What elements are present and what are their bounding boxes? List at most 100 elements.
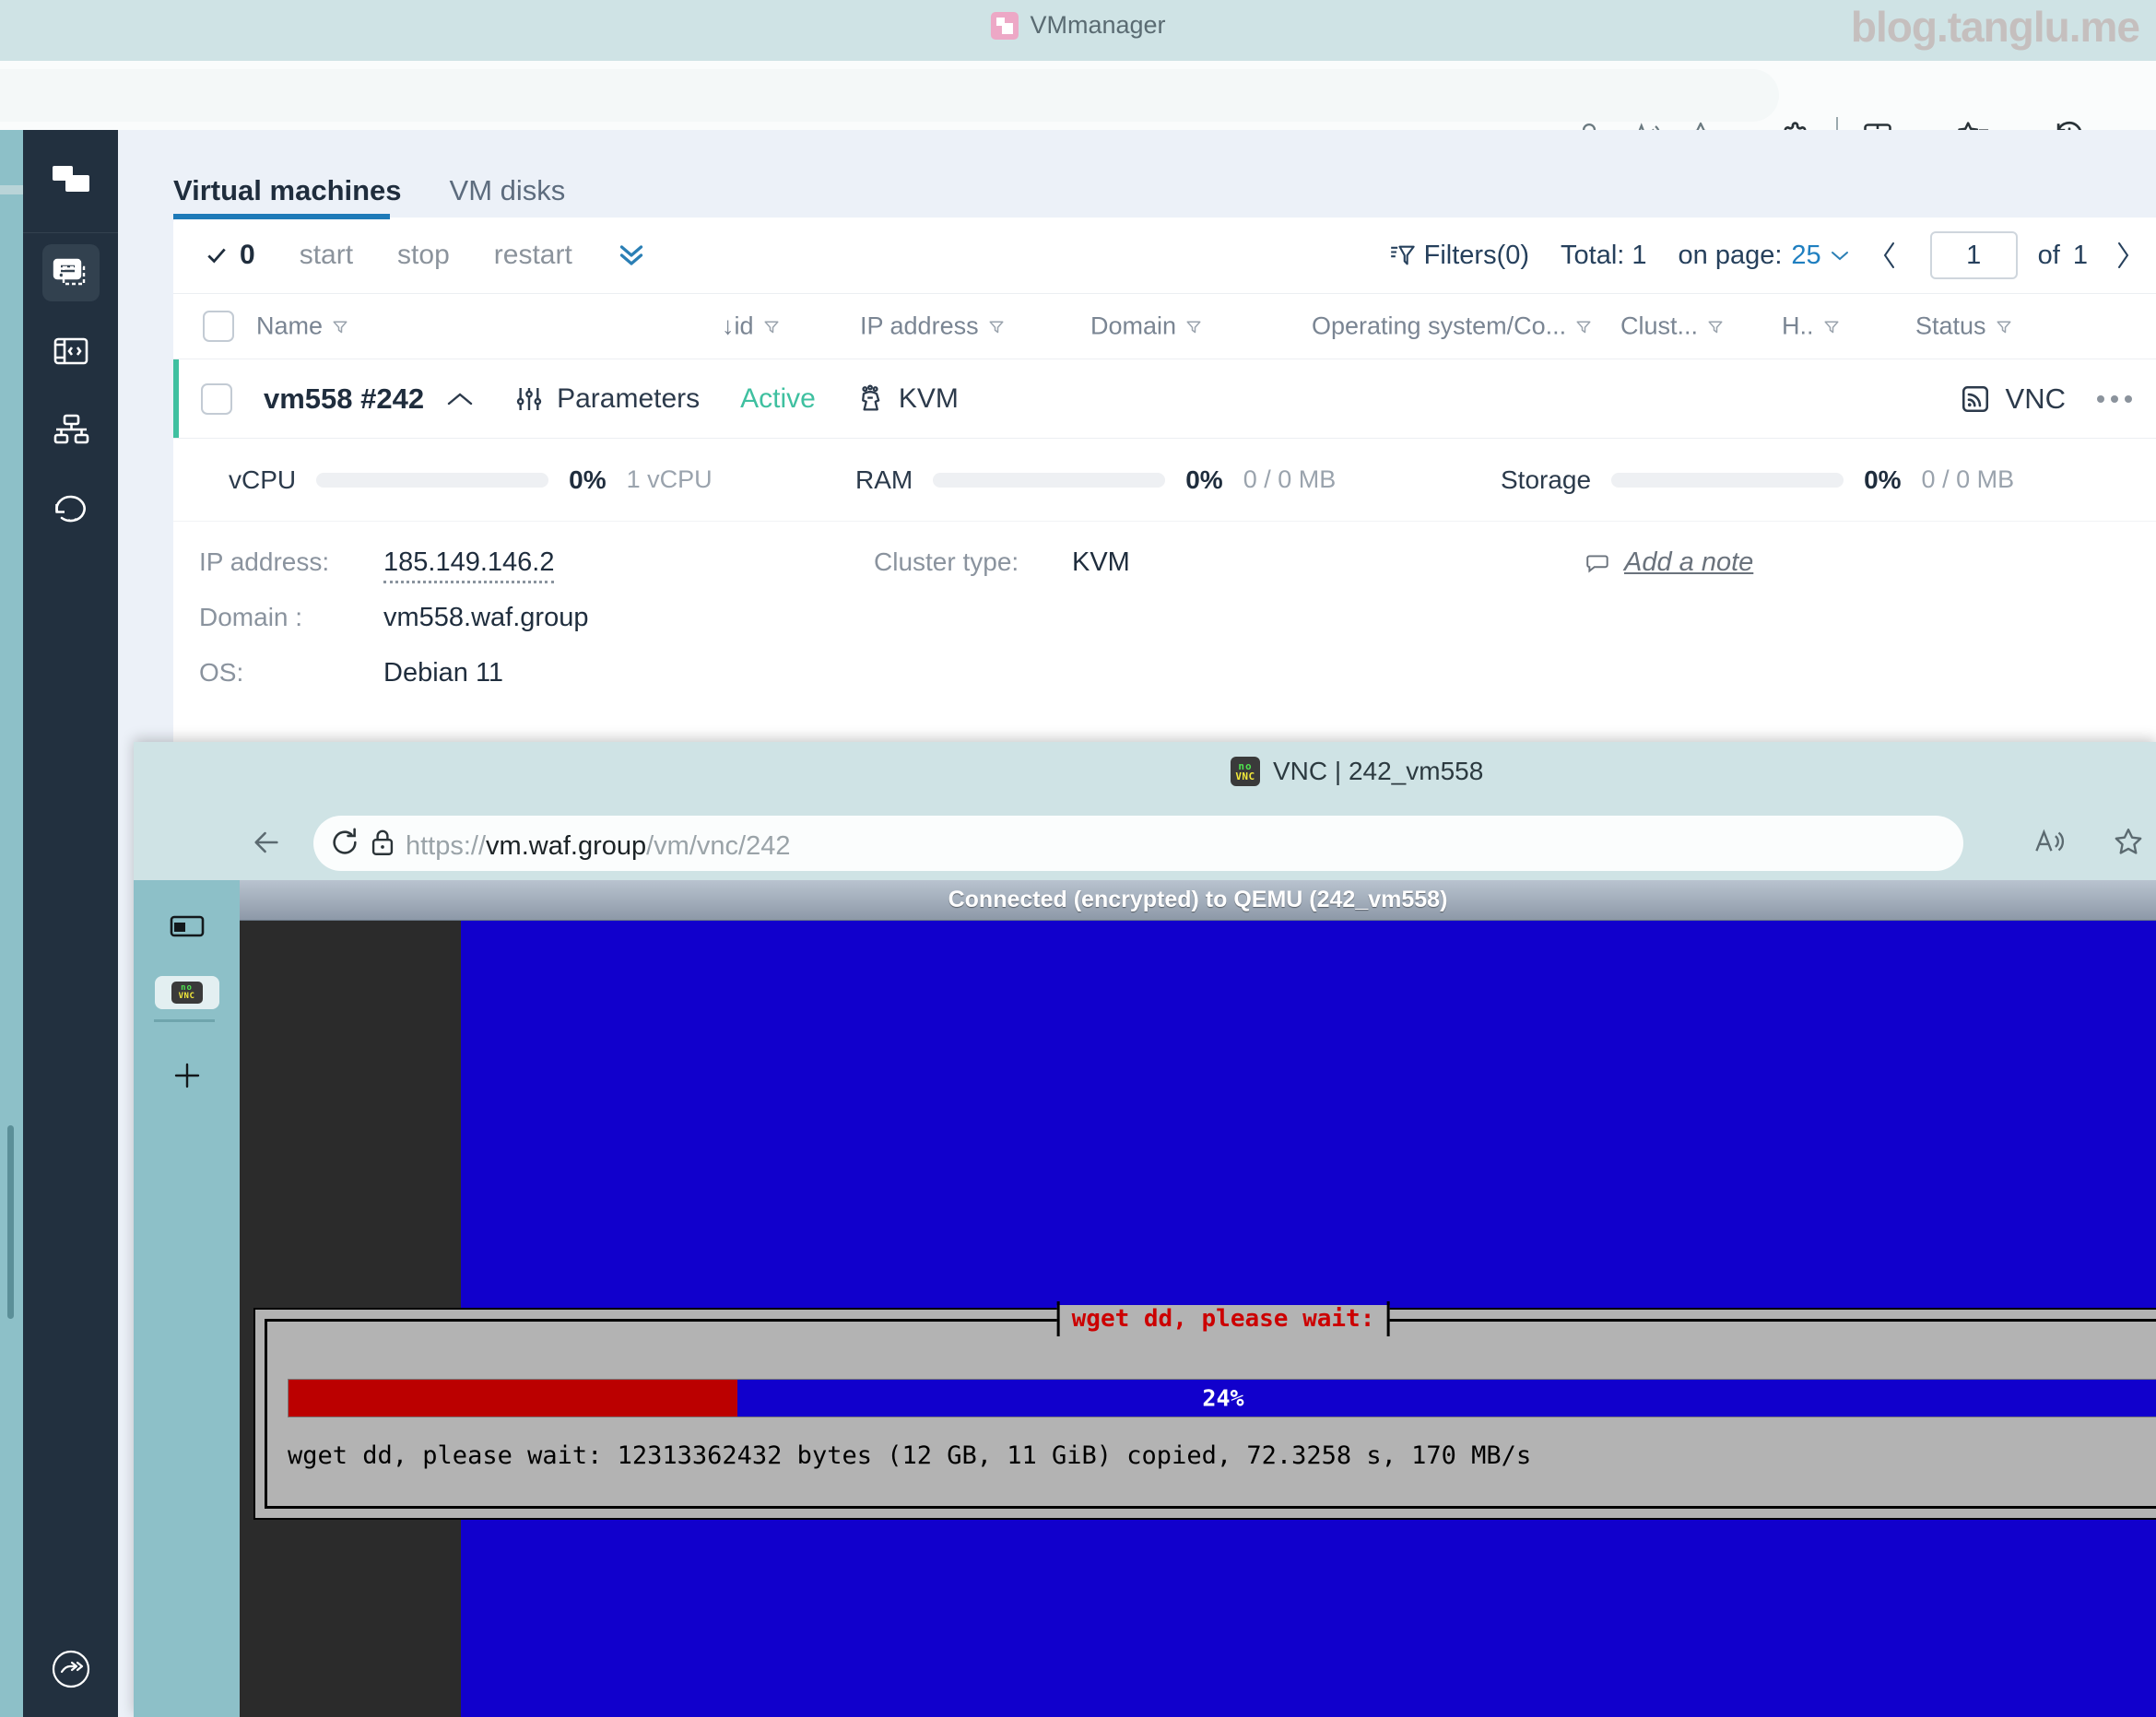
vnc-button[interactable]: VNC [1960,382,2066,416]
parameters-label: Parameters [557,382,701,414]
sliders-icon [516,387,542,410]
page-count: 1 [2072,240,2088,270]
sidebar-item-virtual-machines[interactable] [23,233,118,312]
favorite-star-icon[interactable] [2111,825,2146,858]
stat-ram: RAM 0% 0 / 0 MB [855,465,1336,495]
tab-vm-disks[interactable]: VM disks [450,174,566,222]
stat-vcpu-label: vCPU [229,465,297,494]
chevron-right-icon[interactable] [2114,240,2132,271]
table-row[interactable]: vm558 #242 Parameters Active KVM VNC [173,359,2156,439]
progress-dialog-frame: wget dd, please wait: 24% wget dd, pleas… [265,1301,2156,1509]
ip-address-value[interactable]: 185.149.146.2 [383,547,555,583]
outer-address-bar[interactable] [0,69,1779,122]
filter-icon [1390,245,1415,265]
restart-button[interactable]: restart [494,240,572,271]
vnc-canvas[interactable]: wget dd, please wait: 24% wget dd, pleas… [240,921,2156,1717]
progress-dialog-title: wget dd, please wait: [1056,1301,1390,1336]
stat-vcpu: vCPU 0% 1 vCPU [229,465,713,495]
cluster-type: KVM [854,383,959,415]
sidebar-collapse-button[interactable] [23,1647,118,1691]
detail-row-os: OS: Debian 11 [173,658,2156,713]
vnc-browser-tab[interactable]: no VNC VNC | 242_vm558 [1231,757,1483,786]
detail-row-ip: IP address: 185.149.146.2 Cluster type: … [173,547,2156,603]
column-cluster-label: Clust... [1620,312,1699,340]
column-domain[interactable]: Domain [1090,312,1202,341]
column-operating-system[interactable]: Operating system/Co... [1312,312,1592,341]
vnc-browser-window: no VNC VNC | 242_vm558 https://vm.waf.gr… [134,742,2156,1717]
browser-window-button[interactable] [134,893,240,959]
vnc-tabstrip: no VNC VNC | 242_vm558 [134,742,2156,806]
ellipsis-icon[interactable] [2097,394,2132,403]
add-note-button[interactable]: Add a note [1584,547,1753,578]
domain-value: vm558.waf.group [383,603,589,632]
selection-counter[interactable]: 0 [203,240,255,271]
stat-vcpu-bar [316,472,549,488]
filter-icon [764,321,779,333]
chevron-left-icon[interactable] [1880,240,1899,271]
stat-storage-bar [1611,472,1844,488]
check-icon [207,248,226,264]
sidebar-item-network[interactable] [23,390,118,468]
server-card-icon [41,243,100,301]
filters-button[interactable]: Filters(0) [1389,241,1529,271]
column-host[interactable]: H.. [1782,312,1840,341]
column-id[interactable]: ↓id [722,312,780,341]
sidebar-logo[interactable] [23,130,118,233]
start-button[interactable]: start [300,240,353,271]
sidebar-item-history[interactable] [23,468,118,547]
sidebar-item-code-console[interactable] [23,312,118,390]
stat-storage: Storage 0% 0 / 0 MB [1501,465,2014,495]
stop-button[interactable]: stop [397,240,450,271]
stat-vcpu-value: 1 vCPU [626,465,713,493]
stat-storage-value: 0 / 0 MB [1921,465,2015,493]
vm-name[interactable]: vm558 #242 [264,382,424,416]
vmmanager-favicon [990,11,1019,40]
select-all-checkbox[interactable] [203,311,234,342]
stat-ram-label: RAM [855,465,913,494]
chevron-up-icon[interactable] [444,389,476,409]
progress-bar-label: 24% [1202,1384,1244,1412]
filter-icon [989,321,1004,333]
new-tab-button[interactable] [134,1042,240,1109]
restore-arrow-icon [42,479,100,536]
reload-icon[interactable] [327,827,362,858]
row-checkbox[interactable] [201,382,232,415]
novnc-favicon-bottom: VNC [1235,770,1255,782]
vnc-body: no VNC Connected (encrypted) to QEMU (24… [134,880,2156,1717]
page-input[interactable]: 1 [1929,231,2018,279]
on-page-value[interactable]: 25 [1791,241,1820,271]
outer-browser-navbar: group/vm/manager/host/list?filter=~&sort… [0,61,2156,162]
scrollbar-thumb[interactable] [7,1125,14,1319]
add-note-label: Add a note [1624,547,1754,577]
vmmanager-toolbar: 0 start stop restart Filters(0) Total: 1… [173,218,2156,293]
toolbar-right-group: Filters(0) Total: 1 on page: 25 1 of 1 [1358,218,2132,293]
vnc-screen[interactable]: Connected (encrypted) to QEMU (242_vm558… [240,880,2156,1717]
watermark: blog.tanglu.me [1850,3,2140,51]
column-status[interactable]: Status [1915,312,2012,341]
table-header: Name ↓id IP address Domain Operating sys… [173,293,2156,359]
ip-address-label: IP address: [199,547,330,576]
read-aloud-icon[interactable] [2032,825,2068,858]
vnc-tab-button[interactable]: no VNC [134,959,240,1026]
total-label: Total: 1 [1561,240,1647,270]
on-page-label: on page: [1678,240,1783,270]
filter-icon [1997,321,2011,333]
parameters-button[interactable]: Parameters [514,383,700,415]
double-chevron-down-icon[interactable] [615,241,648,269]
os-label: OS: [199,658,244,687]
arrow-left-icon[interactable] [249,827,284,858]
progress-dialog: wget dd, please wait: 24% wget dd, pleas… [253,1301,2156,1520]
plus-icon [171,1060,203,1091]
vnc-address-bar-text: https://vm.waf.group/vm/vnc/242 [406,831,790,862]
column-ip-address[interactable]: IP address [860,312,1005,341]
outer-browser-tab[interactable]: VMmanager [990,11,1166,40]
chevron-down-icon[interactable] [1829,248,1851,263]
padlock-icon[interactable] [367,827,398,858]
page-scrollbar[interactable] [0,130,23,1717]
column-name[interactable]: Name [256,312,348,341]
column-host-label: H.. [1782,312,1814,340]
novnc-tab-icon: no VNC [154,976,219,1009]
selection-count: 0 [240,240,255,270]
column-cluster[interactable]: Clust... [1620,312,1724,341]
vmmanager-tabbar: Virtual machines VM disks [118,130,2156,222]
